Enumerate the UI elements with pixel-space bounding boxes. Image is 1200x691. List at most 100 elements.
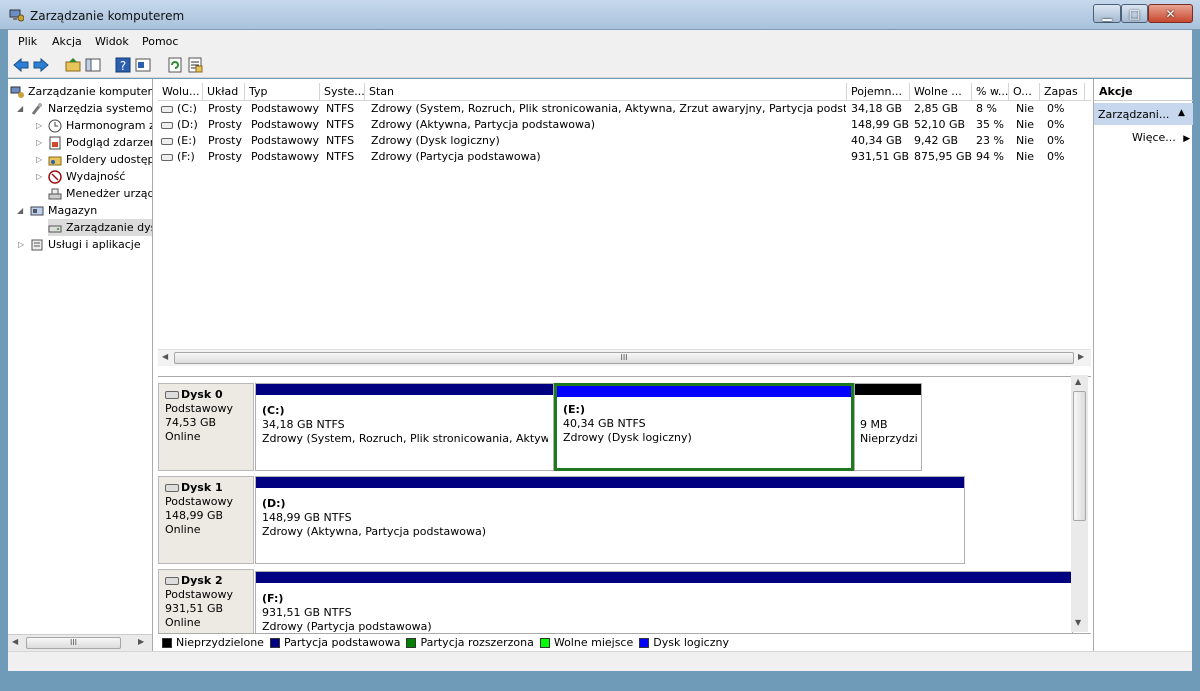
column-header-volume[interactable]: Wolu... [158, 83, 203, 100]
partition-size: 40,34 GB NTFS [563, 417, 646, 430]
legend-swatch [639, 637, 650, 648]
disk-management-icon [48, 225, 62, 232]
overhead-cell: 0% [1047, 118, 1065, 131]
partition-label: (E:) [563, 403, 585, 416]
disk-size: 74,53 GB [165, 416, 217, 429]
tree-item-device-manager[interactable]: Menedżer urządzeń [48, 185, 152, 202]
help-icon[interactable]: ? [114, 56, 132, 74]
system-tools-icon [31, 102, 42, 115]
more-actions-label: Więce... [1132, 131, 1176, 144]
actions-group-disk-management[interactable]: Zarządzani... ▲ [1094, 103, 1193, 125]
disk-view-vertical-scrollbar[interactable]: ▲ ▼ [1071, 375, 1088, 632]
menu-widok[interactable]: Widok [95, 35, 129, 48]
disk-status: Online [165, 430, 201, 443]
table-row[interactable]: (D:) Prosty Podstawowy NTFS Zdrowy (Akty… [158, 117, 1088, 133]
scroll-left-icon[interactable]: ◀ [162, 352, 168, 361]
close-button[interactable]: ✕ [1148, 4, 1193, 23]
computer-management-icon [10, 86, 24, 98]
tree-item-storage[interactable]: ◢ Magazyn [17, 202, 97, 219]
list-horizontal-scrollbar[interactable]: ◀ III ▶ [158, 349, 1091, 366]
expand-icon[interactable]: ▷ [36, 172, 46, 181]
back-arrow-icon[interactable] [12, 56, 30, 74]
disk-type: Podstawowy [165, 402, 233, 415]
column-header-layout[interactable]: Układ [203, 83, 245, 100]
layout-cell: Prosty [208, 102, 243, 115]
column-header-filesystem[interactable]: Syste... [320, 83, 365, 100]
column-header-percent-free[interactable]: % w... [972, 83, 1009, 100]
menu-akcja[interactable]: Akcja [52, 35, 82, 48]
tree-item-task-scheduler[interactable]: ▷ Harmonogram zadań [36, 117, 152, 134]
properties-icon[interactable] [134, 56, 152, 74]
collapse-arrow-icon[interactable]: ▲ [1178, 108, 1185, 118]
scroll-left-icon[interactable]: ◀ [12, 637, 18, 646]
tree-item-disk-management[interactable]: Zarządzanie dyskami [48, 219, 152, 236]
column-header-free-space[interactable]: Wolne ... [910, 83, 972, 100]
partition-d[interactable]: (D:) 148,99 GB NTFS Zdrowy (Aktywna, Par… [255, 476, 965, 564]
column-header-status[interactable]: Stan [365, 83, 847, 100]
tree-item-shared-folders[interactable]: ▷ Foldery udostępnione [36, 151, 152, 168]
event-viewer-icon [49, 136, 61, 149]
tree-item-services-apps[interactable]: ▷ Usługi i aplikacje [18, 236, 141, 253]
tree-item-label: Harmonogram zadań [66, 119, 152, 132]
expand-icon[interactable]: ▷ [36, 121, 46, 130]
table-row[interactable]: (F:) Prosty Podstawowy NTFS Zdrowy (Part… [158, 149, 1088, 165]
tree-item-performance[interactable]: ▷ Wydajność [36, 168, 125, 185]
fault-tolerance-cell: Nie [1016, 150, 1035, 163]
percent-free-cell: 94 % [976, 150, 1004, 163]
status-bar [8, 651, 1192, 671]
refresh-icon[interactable] [166, 56, 184, 74]
maximize-button[interactable]: □ [1121, 4, 1148, 23]
tree-item-computer-management[interactable]: Zarządzanie komputerem (lokalne) [10, 83, 152, 100]
expand-icon[interactable]: ▷ [36, 138, 46, 147]
partition-e[interactable]: (E:) 40,34 GB NTFS Zdrowy (Dysk logiczny… [554, 383, 854, 471]
navigation-tree: Zarządzanie komputerem (lokalne) ◢ Narzę… [8, 79, 153, 651]
scroll-down-icon[interactable]: ▼ [1075, 618, 1081, 627]
scroll-thumb[interactable]: III [174, 352, 1074, 364]
partition-c[interactable]: (C:) 34,18 GB NTFS Zdrowy (System, Rozru… [255, 383, 554, 471]
free-space-cell: 9,42 GB [914, 134, 959, 147]
column-header-fault-tolerance[interactable]: O... [1009, 83, 1040, 100]
table-row[interactable]: (C:) Prosty Podstawowy NTFS Zdrowy (Syst… [158, 101, 1088, 117]
partition-f[interactable]: (F:) 931,51 GB NTFS Zdrowy (Partycja pod… [255, 571, 1073, 633]
minimize-icon: ▁ [1102, 6, 1112, 21]
disk-type: Podstawowy [165, 588, 233, 601]
legend-swatch [539, 637, 550, 648]
disk-graphical-view: Dysk 0 Podstawowy 74,53 GB Online (C:) 3… [158, 376, 1091, 633]
scroll-thumb[interactable]: III [26, 637, 121, 649]
type-cell: Podstawowy [251, 134, 319, 147]
menu-pomoc[interactable]: Pomoc [142, 35, 178, 48]
expand-icon[interactable]: ▷ [36, 155, 46, 164]
column-header-capacity[interactable]: Pojemn... [847, 83, 910, 100]
disk-size: 148,99 GB [165, 509, 224, 522]
more-actions-link[interactable]: Więce... ▶ [1132, 131, 1190, 144]
menu-plik[interactable]: Plik [18, 35, 37, 48]
column-header-overhead[interactable]: Zapas [1040, 83, 1085, 100]
disk-1-label[interactable]: Dysk 1 Podstawowy 148,99 GB Online [158, 476, 254, 564]
disk-2-label[interactable]: Dysk 2 Podstawowy 931,51 GB Online [158, 569, 254, 633]
up-folder-icon[interactable] [64, 56, 82, 74]
scroll-right-icon[interactable]: ▶ [1078, 352, 1084, 361]
forward-arrow-icon[interactable] [32, 56, 50, 74]
legend-item-logical-drive: Dysk logiczny [639, 636, 729, 649]
volume-cell: (D:) [161, 118, 203, 131]
column-header-type[interactable]: Typ [245, 83, 320, 100]
filesystem-cell: NTFS [326, 150, 355, 163]
capacity-cell: 148,99 GB [851, 118, 910, 131]
disk-0-label[interactable]: Dysk 0 Podstawowy 74,53 GB Online [158, 383, 254, 471]
show-hide-tree-icon[interactable] [84, 56, 102, 74]
collapse-icon[interactable]: ◢ [17, 206, 27, 215]
expand-icon[interactable]: ▷ [18, 240, 28, 249]
partition-unallocated[interactable]: 9 MB Nieprzydzielone [854, 383, 922, 471]
drive-icon [161, 153, 173, 161]
scroll-thumb[interactable] [1073, 391, 1086, 521]
minimize-button[interactable]: ▁ [1093, 4, 1121, 23]
scroll-up-icon[interactable]: ▲ [1075, 377, 1081, 386]
table-row[interactable]: (E:) Prosty Podstawowy NTFS Zdrowy (Dysk… [158, 133, 1088, 149]
tree-horizontal-scrollbar[interactable]: ◀ III ▶ [8, 634, 152, 651]
export-list-icon[interactable] [186, 56, 204, 74]
svg-text:?: ? [120, 59, 126, 73]
tree-item-event-viewer[interactable]: ▷ Podgląd zdarzeń [36, 134, 152, 151]
tree-item-system-tools[interactable]: ◢ Narzędzia systemowe [17, 100, 152, 117]
collapse-icon[interactable]: ◢ [17, 104, 27, 113]
scroll-right-icon[interactable]: ▶ [138, 637, 144, 646]
